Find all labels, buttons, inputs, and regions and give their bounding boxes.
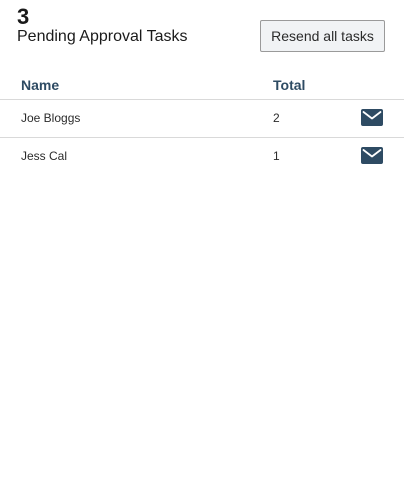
table-row: Jess Cal 1 xyxy=(0,138,404,175)
row-total: 1 xyxy=(273,149,280,163)
column-header-name: Name xyxy=(21,77,60,93)
resend-all-button[interactable]: Resend all tasks xyxy=(260,20,385,52)
table-header: Name Total xyxy=(0,68,404,100)
tasks-table: Name Total Joe Bloggs 2 Jess Cal 1 xyxy=(0,68,404,175)
row-name: Jess Cal xyxy=(21,149,68,163)
page-header: 3 Pending Approval Tasks Resend all task… xyxy=(17,6,387,56)
row-name: Joe Bloggs xyxy=(21,111,81,125)
mail-icon[interactable] xyxy=(361,147,383,164)
page-title: Pending Approval Tasks xyxy=(17,28,188,45)
pending-count: 3 xyxy=(17,4,30,29)
table-row: Joe Bloggs 2 xyxy=(0,100,404,138)
mail-icon[interactable] xyxy=(361,109,383,126)
row-total: 2 xyxy=(273,111,280,125)
column-header-total: Total xyxy=(273,77,306,93)
